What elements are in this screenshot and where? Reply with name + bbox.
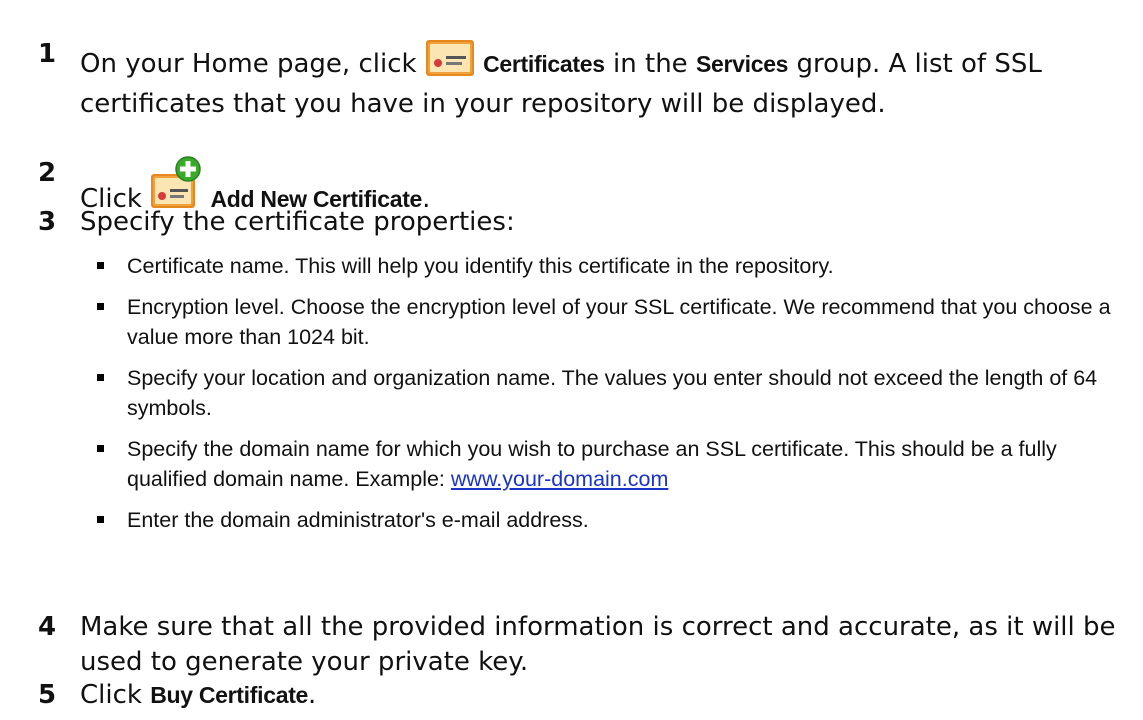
list-item: Certificate name. This will help you ide…: [96, 251, 1116, 281]
bullet-marker: [97, 445, 104, 452]
step-text: Click Buy Certificate.: [80, 678, 1128, 713]
step-4: 4 Make sure that all the provided inform…: [38, 610, 1128, 680]
bullet-marker: [97, 374, 104, 381]
step-text-middle: in the: [604, 49, 696, 79]
certificate-properties-list: Certificate name. This will help you ide…: [96, 251, 1116, 546]
step-number: 3: [38, 207, 57, 237]
step-text-before: On your Home page, click: [80, 49, 425, 79]
list-item: Specify your location and organization n…: [96, 363, 1116, 423]
certificate-icon: [425, 37, 475, 87]
step-number: 2: [38, 158, 57, 188]
list-item-text: Enter the domain administrator's e-mail …: [127, 508, 589, 532]
step-number: 1: [38, 39, 57, 69]
list-item: Encryption level. Choose the encryption …: [96, 292, 1116, 352]
step-text-after: .: [308, 680, 317, 710]
step-text-before: Click: [80, 680, 151, 710]
list-item-text: Specify your location and organization n…: [127, 366, 1098, 420]
bullet-marker: [97, 303, 104, 310]
ui-label-buy-certificate: Buy Certificate: [150, 682, 309, 708]
list-item-text: Encryption level. Choose the encryption …: [127, 295, 1111, 349]
list-item: Specify the domain name for which you wi…: [96, 434, 1116, 494]
step-number: 5: [38, 680, 57, 710]
ui-label-certificates: Certificates: [483, 51, 605, 77]
example-domain-link[interactable]: www.your-domain.com: [451, 467, 668, 491]
step-1: 1 On your Home page, click Certificates …: [38, 37, 1128, 122]
bullet-marker: [97, 516, 104, 523]
step-text: Make sure that all the provided informat…: [80, 612, 1116, 677]
step-text: Specify the certificate properties:: [80, 207, 515, 237]
step-3: 3 Specify the certificate properties:: [38, 205, 1128, 240]
ui-label-services: Services: [695, 51, 789, 77]
list-item-text: Certificate name. This will help you ide…: [127, 254, 834, 278]
list-item: Enter the domain administrator's e-mail …: [96, 505, 1116, 535]
step-text: On your Home page, click Certificates in…: [80, 37, 1128, 122]
bullet-marker: [97, 262, 104, 269]
step-number: 4: [38, 612, 57, 642]
step-5: 5 Click Buy Certificate.: [38, 678, 1128, 713]
